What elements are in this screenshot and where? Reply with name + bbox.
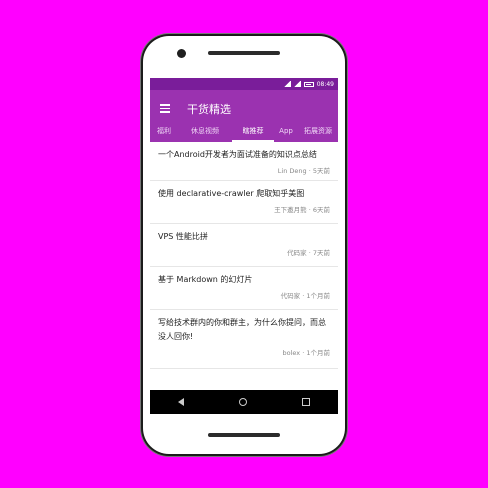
status-time: 08:49 [316, 80, 334, 88]
item-title: VPS 性能比拼 [158, 232, 208, 241]
screen: 08:49 干货精选 福利 休息视频 瞎推荐 App 拓展资源 一个Androi… [150, 78, 338, 414]
tab-resources[interactable]: 拓展资源 [298, 122, 338, 142]
tab-fuli[interactable]: 福利 [150, 122, 178, 142]
item-meta: 王下邀月熊 · 6天前 [274, 206, 330, 214]
article-list: 一个Android开发者为面试准备的知识点总结 Lin Deng · 5天前 使… [150, 142, 338, 390]
bottom-speaker [208, 433, 280, 437]
tab-app[interactable]: App [274, 122, 298, 142]
item-title: 写给技术群内的你和群主，为什么你提问，而总没人回你! [158, 318, 326, 341]
tab-recommend[interactable]: 瞎推荐 [232, 122, 274, 142]
app-bar: 干货精选 福利 休息视频 瞎推荐 App 拓展资源 [150, 90, 338, 142]
home-icon[interactable] [238, 398, 247, 406]
recent-apps-icon[interactable] [302, 398, 311, 406]
item-title: 一个Android开发者为面试准备的知识点总结 [158, 150, 317, 159]
menu-icon[interactable] [160, 104, 170, 113]
item-title: 使用 declarative-crawler 爬取知乎美图 [158, 189, 305, 198]
list-item[interactable]: 写给技术群内的你和群主，为什么你提问，而总没人回你! bolex · 1个月前 [150, 310, 338, 369]
back-icon[interactable] [177, 398, 184, 406]
tab-rest-video[interactable]: 休息视频 [178, 122, 232, 142]
signal-icon [293, 81, 301, 87]
list-item[interactable]: VPS 性能比拼 代码家 · 7天前 [150, 224, 338, 267]
tab-bar: 福利 休息视频 瞎推荐 App 拓展资源 [150, 122, 338, 142]
speaker-grille [208, 51, 280, 55]
item-title: 基于 Markdown 的幻灯片 [158, 275, 253, 284]
item-meta: Lin Deng · 5天前 [277, 167, 330, 175]
navigation-bar [150, 390, 338, 414]
item-meta: 代码家 · 1个月前 [280, 292, 330, 300]
list-item[interactable]: 基于 Markdown 的幻灯片 代码家 · 1个月前 [150, 267, 338, 310]
battery-icon [303, 81, 314, 87]
page-title: 干货精选 [187, 103, 231, 116]
camera-icon [177, 49, 186, 58]
signal-icon [283, 81, 291, 87]
list-item[interactable]: 一个Android开发者为面试准备的知识点总结 Lin Deng · 5天前 [150, 142, 338, 181]
status-bar: 08:49 [150, 78, 338, 90]
list-item[interactable]: 使用 declarative-crawler 爬取知乎美图 王下邀月熊 · 6天… [150, 181, 338, 224]
item-meta: 代码家 · 7天前 [287, 249, 330, 257]
item-meta: bolex · 1个月前 [282, 349, 330, 357]
